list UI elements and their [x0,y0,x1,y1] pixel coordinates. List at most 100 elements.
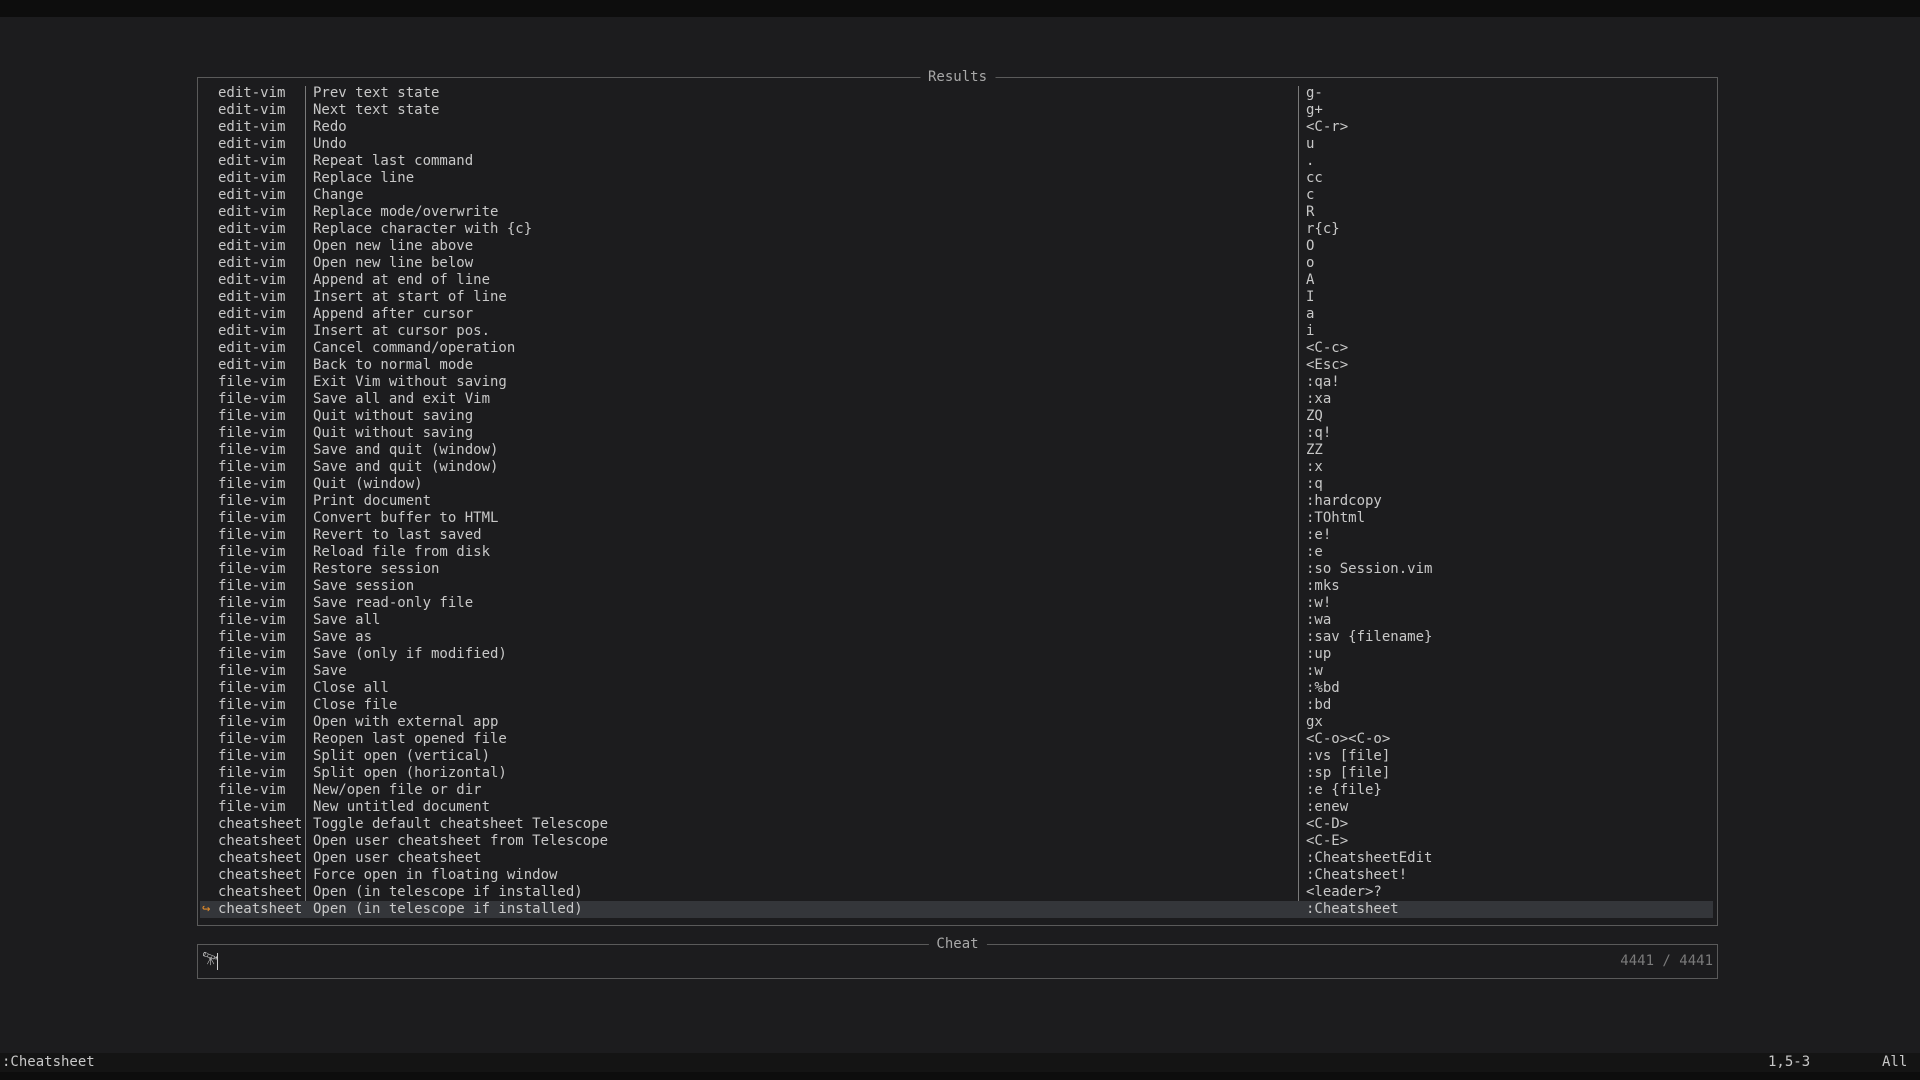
result-row[interactable]: cheatsheet Open user cheatsheet from Tele… [198,833,1717,850]
description-cell: Replace line [313,170,415,186]
result-row[interactable]: cheatsheet Open user cheatsheet:Cheatshee… [198,850,1717,867]
description-cell: Save all and exit Vim [313,391,491,407]
result-row[interactable]: file-vim Reopen last opened file <C-o><C-o… [198,731,1717,748]
result-row[interactable]: edit-vim Insert at start of line I [198,289,1717,306]
results-title: Results [919,68,996,86]
result-row[interactable]: edit-vim Next text state g+ [198,102,1717,119]
result-row[interactable]: file-vim Quit without saving ZQ [198,408,1717,425]
result-row[interactable]: file-vim Save all:wa [198,612,1717,629]
description-cell: Replace mode/overwrite [313,204,499,220]
keybinding-cell: :Cheatsheet! [1306,867,1408,883]
result-row[interactable]: edit-vim Append at end of line A [198,272,1717,289]
description-cell: Open (in telescope if installed) [313,901,583,917]
category-cell: edit-vim [218,306,286,322]
result-row[interactable]: edit-vim Redo <C-r> [198,119,1717,136]
category-cell: file-vim [218,459,286,475]
cursor-position: 1,5-3 [1768,1054,1811,1070]
result-row[interactable]: file-vim Save:w [198,663,1717,680]
result-row[interactable]: edit-vim Open new line above O [198,238,1717,255]
result-row[interactable]: cheatsheet Open (in telescope if installe… [198,884,1717,901]
keybinding-cell: :w [1306,663,1323,679]
result-row[interactable]: file-vim Save and quit (window):x [198,459,1717,476]
description-cell: Save and quit (window) [313,442,499,458]
description-cell: New/open file or dir [313,782,482,798]
keybinding-cell: ZZ [1306,442,1323,458]
result-row[interactable]: file-vim Save all and exit Vim:xa [198,391,1717,408]
description-cell: Redo [313,119,347,135]
category-cell: file-vim [218,476,286,492]
command-line[interactable]: :Cheatsheet [2,1054,95,1071]
terminal-top-bar [0,0,1920,17]
result-row[interactable]: edit-vim Replace line cc [198,170,1717,187]
result-row[interactable]: file-vim New/open file or dir:e {file} [198,782,1717,799]
result-row[interactable]: edit-vim Insert at cursor pos. i [198,323,1717,340]
result-row[interactable]: file-vim Quit without saving:q! [198,425,1717,442]
description-cell: Change [313,187,364,203]
result-row[interactable]: file-vim Quit (window):q [198,476,1717,493]
result-row[interactable]: edit-vim Replace mode/overwrite R [198,204,1717,221]
selection-caret-icon: ↪ [202,901,211,917]
description-cell: Force open in floating window [313,867,558,883]
keybinding-cell: <leader>? [1306,884,1382,900]
description-cell: Save read-only file [313,595,474,611]
keybinding-cell: :so Session.vim [1306,561,1433,577]
result-row[interactable]: file-vim Save (only if modified):up [198,646,1717,663]
category-cell: edit-vim [218,323,286,339]
category-cell: edit-vim [218,85,286,101]
result-row[interactable]: edit-vim Change c [198,187,1717,204]
result-row[interactable]: edit-vim Repeat last command. [198,153,1717,170]
category-cell: file-vim [218,510,286,526]
status-bar [0,1053,1920,1072]
category-cell: file-vim [218,680,286,696]
result-row[interactable]: edit-vim Back to normal mode <Esc> [198,357,1717,374]
result-row[interactable]: file-vim Split open (vertical):vs [file] [198,748,1717,765]
result-row[interactable]: cheatsheet Force open in floating window:… [198,867,1717,884]
keybinding-cell: O [1306,238,1315,254]
result-row[interactable]: edit-vim Prev text state g- [198,85,1717,102]
result-row[interactable]: file-vim Open with external app gx [198,714,1717,731]
keybinding-cell: :bd [1306,697,1332,713]
result-row[interactable]: file-vim Exit Vim without saving:qa! [198,374,1717,391]
result-row[interactable]: file-vim Reload file from disk:e [198,544,1717,561]
result-row[interactable]: file-vim Save session:mks [198,578,1717,595]
description-cell: Cancel command/operation [313,340,516,356]
result-row[interactable]: file-vim Close all:%bd [198,680,1717,697]
result-row[interactable]: edit-vim Replace character with {c} r{c} [198,221,1717,238]
keybinding-cell: :e! [1306,527,1332,543]
keybinding-cell: :hardcopy [1306,493,1382,509]
description-cell: Restore session [313,561,440,577]
scroll-position: All [1882,1054,1908,1070]
description-cell: Quit (window) [313,476,423,492]
search-input[interactable] [220,953,1597,970]
keybinding-cell: :e [1306,544,1323,560]
result-row[interactable]: edit-vim Cancel command/operation <C-c> [198,340,1717,357]
description-cell: Insert at start of line [313,289,507,305]
result-row[interactable]: file-vim Revert to last saved:e! [198,527,1717,544]
category-cell: file-vim [218,629,286,645]
result-row-selected[interactable]: ↪ cheatsheet Open (in telescope if install… [198,901,1717,918]
result-row[interactable]: file-vim New untitled document:enew [198,799,1717,816]
result-row[interactable]: file-vim Restore session:so Session.vim [198,561,1717,578]
result-row[interactable]: file-vim Convert buffer to HTML:TOhtml [198,510,1717,527]
category-cell: file-vim [218,391,286,407]
result-row[interactable]: file-vim Save read-only file:w! [198,595,1717,612]
result-row[interactable]: edit-vim Open new line below o [198,255,1717,272]
result-row[interactable]: edit-vim Undo u [198,136,1717,153]
result-row[interactable]: file-vim Split open (horizontal):sp [file… [198,765,1717,782]
keybinding-cell: i [1306,323,1315,339]
keybinding-cell: :x [1306,459,1323,475]
description-cell: Save as [313,629,373,645]
result-row[interactable]: edit-vim Append after cursor a [198,306,1717,323]
category-cell: file-vim [218,527,286,543]
result-row[interactable]: file-vim Close file:bd [198,697,1717,714]
keybinding-cell: :enew [1306,799,1349,815]
keybinding-cell: c [1306,187,1315,203]
result-row[interactable]: file-vim Save as:sav {filename} [198,629,1717,646]
category-cell: edit-vim [218,357,286,373]
result-row[interactable]: cheatsheet Toggle default cheatsheet Tele… [198,816,1717,833]
category-cell: file-vim [218,663,286,679]
category-cell: edit-vim [218,187,286,203]
keybinding-cell: cc [1306,170,1323,186]
result-row[interactable]: file-vim Save and quit (window) ZZ [198,442,1717,459]
result-row[interactable]: file-vim Print document:hardcopy [198,493,1717,510]
